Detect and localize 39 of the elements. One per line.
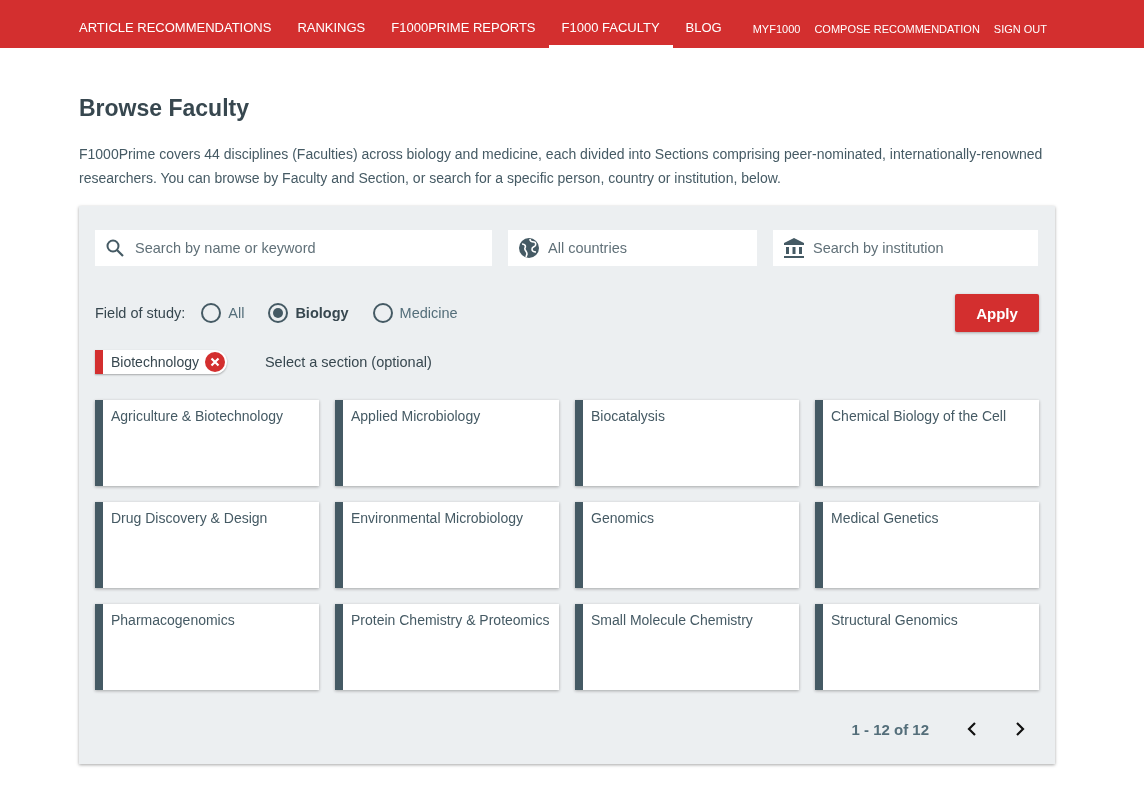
nav-tab[interactable]: F1000PRIME REPORTS bbox=[378, 0, 549, 48]
nav-tab[interactable]: BLOG bbox=[672, 0, 735, 48]
radio-button[interactable] bbox=[268, 303, 289, 323]
country-field[interactable]: All countries bbox=[508, 230, 757, 266]
page-title: Browse Faculty bbox=[79, 94, 250, 122]
close-icon[interactable] bbox=[204, 352, 225, 372]
intro-paragraph: F1000Prime covers 44 disciplines (Faculties) across biology and medicine, each divided into Sections comprising peer-nominated, internationally-renowned researchers. You can browse by Faculty and Section, or search for a specific person, country or institution, below. bbox=[79, 145, 1044, 188]
pagination-count: 1 - 12 of 12 bbox=[851, 720, 929, 738]
nav-link[interactable]: MYF1000 bbox=[745, 0, 808, 48]
nav-link[interactable]: COMPOSE RECOMMENDATION bbox=[807, 0, 987, 48]
radio-button[interactable] bbox=[372, 303, 393, 323]
section-card[interactable]: Protein Chemistry & Proteomics bbox=[335, 604, 559, 690]
radio-option[interactable]: Medicine bbox=[372, 303, 458, 323]
chevron-right-icon bbox=[1015, 722, 1025, 736]
section-card[interactable]: Genomics bbox=[575, 502, 799, 588]
field-of-study-label: Field of study: bbox=[95, 305, 186, 321]
section-card[interactable]: Small Molecule Chemistry bbox=[575, 604, 799, 690]
section-card[interactable]: Structural Genomics bbox=[815, 604, 1039, 690]
section-card[interactable]: Drug Discovery & Design bbox=[95, 502, 319, 588]
nav-tab[interactable]: F1000 FACULTY bbox=[548, 0, 673, 48]
section-card[interactable]: Pharmacogenomics bbox=[95, 604, 319, 690]
section-card[interactable]: Chemical Biology of the Cell bbox=[815, 400, 1039, 486]
search-field[interactable]: Search by name or keyword bbox=[95, 230, 492, 266]
chevron-left-icon bbox=[967, 722, 977, 736]
radio-option[interactable]: All bbox=[201, 303, 245, 323]
chip-label: Biotechnology bbox=[111, 354, 199, 370]
section-card[interactable]: Applied Microbiology bbox=[335, 400, 559, 486]
nav-tab[interactable]: RANKINGS bbox=[284, 0, 379, 48]
section-card[interactable]: Environmental Microbiology bbox=[335, 502, 559, 588]
section-card[interactable]: Agriculture & Biotechnology bbox=[95, 400, 319, 486]
section-card[interactable]: Biocatalysis bbox=[575, 400, 799, 486]
apply-button[interactable]: Apply bbox=[955, 294, 1039, 332]
institution-field[interactable]: Search by institution bbox=[773, 230, 1038, 266]
section-hint: Select a section (optional) bbox=[264, 354, 432, 370]
nav-tab[interactable]: ARTICLE RECOMMENDATIONS bbox=[66, 0, 285, 48]
nav-link[interactable]: SIGN OUT bbox=[986, 0, 1054, 48]
section-card[interactable]: Medical Genetics bbox=[815, 502, 1039, 588]
radio-button[interactable] bbox=[201, 303, 222, 323]
radio-option[interactable]: Biology bbox=[268, 303, 349, 323]
